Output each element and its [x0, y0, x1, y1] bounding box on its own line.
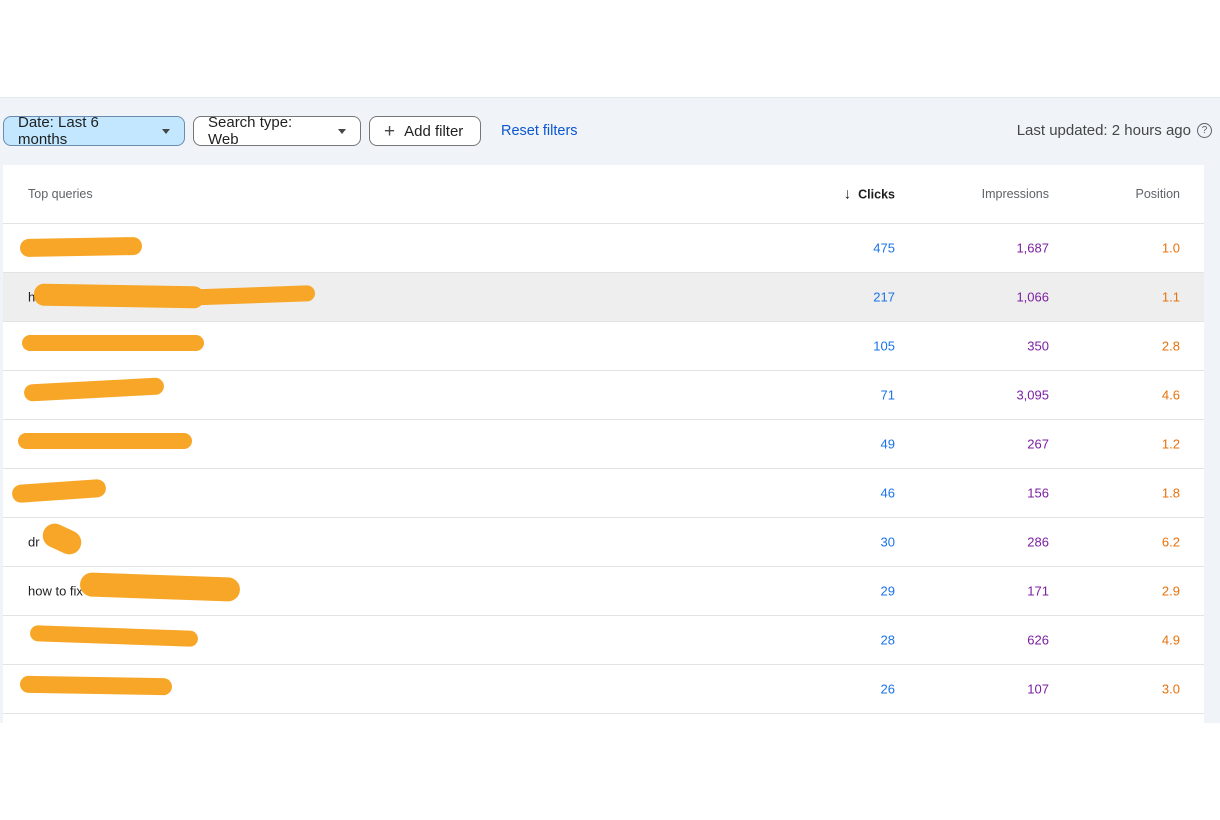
clicks-cell: 217 — [873, 289, 895, 305]
clicks-cell: 26 — [880, 681, 895, 697]
table-row[interactable]: 46 156 1.8 — [3, 469, 1204, 518]
impressions-cell: 350 — [1027, 338, 1049, 354]
position-cell: 2.8 — [1161, 338, 1180, 354]
impressions-cell: 286 — [1027, 534, 1049, 550]
clicks-cell: 475 — [873, 240, 895, 256]
position-cell: 1.1 — [1161, 289, 1180, 305]
impressions-cell: 156 — [1027, 485, 1049, 501]
add-filter-label: Add filter — [404, 122, 464, 140]
impressions-cell: 3,095 — [1016, 387, 1049, 403]
redaction-mark — [19, 236, 143, 258]
clicks-cell: 49 — [880, 436, 895, 452]
dropdown-arrow-icon — [338, 128, 346, 134]
impressions-cell: 626 — [1027, 632, 1049, 648]
position-cell: 1.8 — [1161, 485, 1180, 501]
search-type-chip[interactable]: Search type: Web — [193, 114, 361, 148]
position-cell: 3.0 — [1161, 681, 1180, 697]
table-row[interactable]: 26 107 3.0 — [3, 665, 1204, 714]
header-impressions[interactable]: Impressions — [982, 187, 1049, 201]
position-cell: 4.9 — [1161, 632, 1180, 648]
position-cell: 4.6 — [1161, 387, 1180, 403]
position-cell: 6.2 — [1161, 534, 1180, 550]
date-filter-chip[interactable]: Date: Last 6 months — [3, 114, 185, 148]
clicks-cell: 29 — [880, 583, 895, 599]
table-row[interactable]: dr 30 286 6.2 — [3, 518, 1204, 567]
redaction-mark — [19, 675, 173, 696]
impressions-cell: 1,687 — [1016, 240, 1049, 256]
position-cell: 1.0 — [1161, 240, 1180, 256]
table-row[interactable]: 71 3,095 4.6 — [3, 371, 1204, 420]
help-icon[interactable]: ? — [1197, 123, 1212, 138]
clicks-cell: 28 — [880, 632, 895, 648]
header-clicks[interactable]: ↓ Clicks — [844, 186, 895, 203]
position-cell: 2.9 — [1161, 583, 1180, 599]
header-clicks-label: Clicks — [858, 187, 895, 201]
clicks-cell: 46 — [880, 485, 895, 501]
last-updated-text: Last updated: 2 hours ago — [1016, 122, 1191, 139]
search-type-label: Search type: Web — [208, 114, 293, 148]
table-header-row: Top queries ↓ Clicks Impressions Positio… — [3, 165, 1204, 224]
filter-toolbar: Date: Last 6 months Search type: Web + A… — [0, 98, 1220, 165]
position-cell: 1.2 — [1161, 436, 1180, 452]
impressions-cell: 267 — [1027, 436, 1049, 452]
query-cell: how to fix — [28, 583, 83, 599]
performance-panel: Date: Last 6 months Search type: Web + A… — [0, 97, 1220, 723]
impressions-cell: 171 — [1027, 583, 1049, 599]
add-filter-button[interactable]: + Add filter — [369, 116, 481, 146]
date-filter-label: Date: Last 6 months — [18, 114, 99, 148]
clicks-cell: 71 — [880, 387, 895, 403]
query-cell: dr — [28, 534, 40, 550]
redaction-mark — [22, 335, 204, 351]
dropdown-arrow-icon — [162, 128, 170, 134]
table-row[interactable]: 475 1,687 1.0 — [3, 224, 1204, 273]
impressions-cell: 1,066 — [1016, 289, 1049, 305]
reset-filters-link[interactable]: Reset filters — [501, 123, 578, 139]
clicks-cell: 105 — [873, 338, 895, 354]
plus-icon: + — [384, 120, 396, 142]
header-top-queries: Top queries — [28, 187, 93, 201]
sort-arrow-down-icon: ↓ — [843, 185, 852, 203]
redaction-mark — [18, 433, 192, 449]
last-updated: Last updated: 2 hours ago ? — [1017, 122, 1212, 139]
impressions-cell: 107 — [1027, 681, 1049, 697]
header-position[interactable]: Position — [1136, 187, 1180, 201]
clicks-cell: 30 — [880, 534, 895, 550]
